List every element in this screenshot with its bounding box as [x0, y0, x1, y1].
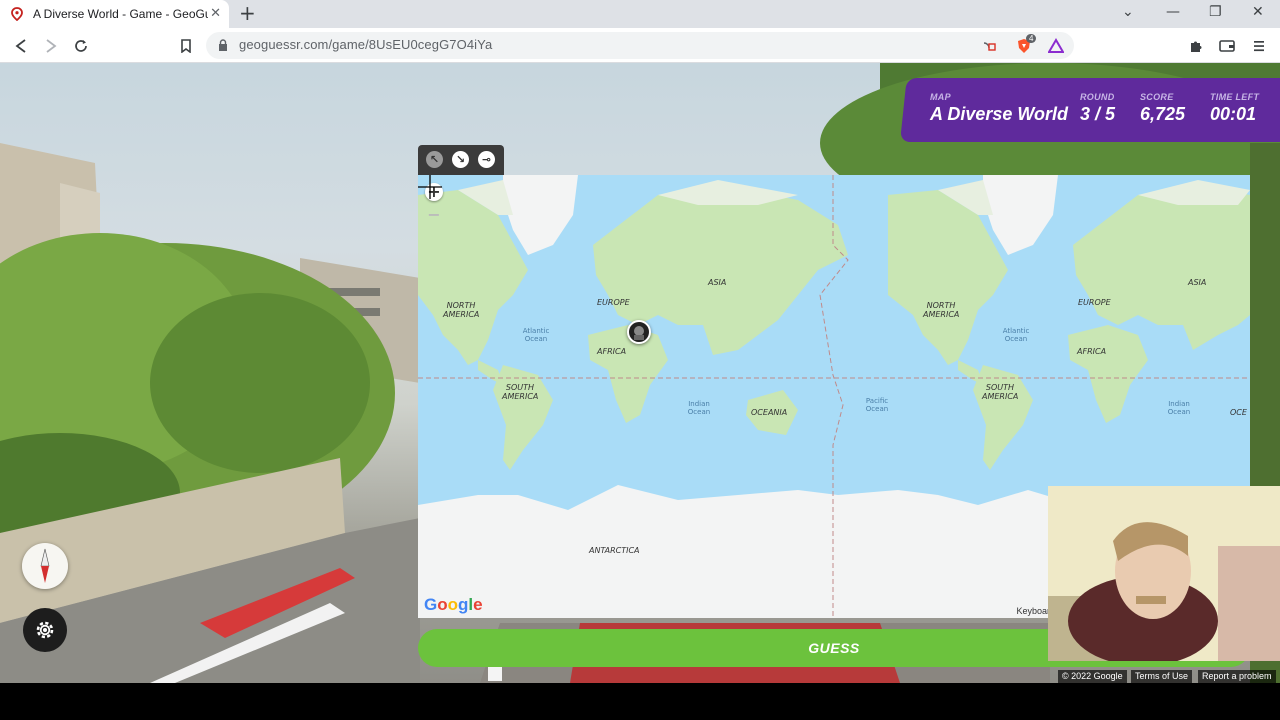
geoguessr-favicon-icon	[11, 7, 23, 21]
forward-icon[interactable]	[42, 37, 60, 55]
cast-media-icon[interactable]	[981, 38, 997, 54]
bookmark-icon[interactable]	[177, 37, 195, 55]
map-stat: MAP A Diverse World	[930, 92, 1068, 125]
label-south-america: SOUTH AMERICA	[502, 383, 539, 401]
crosshair-cursor-icon	[418, 175, 442, 199]
label-north-america-2: NORTH AMERICA	[923, 301, 960, 319]
map-label: MAP	[930, 92, 951, 102]
close-window-icon[interactable]: ✕	[1252, 4, 1264, 20]
report-problem-link[interactable]: Report a problem	[1198, 670, 1276, 683]
label-atlantic-ocean-2: Atlantic Ocean	[1002, 327, 1030, 343]
label-indian-ocean-2: Indian Ocean	[1167, 400, 1191, 416]
label-antarctica: ANTARCTICA	[589, 546, 640, 555]
score-value: 6,725	[1140, 104, 1186, 124]
label-oceania: OCEANIA	[751, 408, 788, 417]
map-size-controls: ↖ ↘ ⊸	[418, 145, 504, 175]
menu-icon[interactable]	[1250, 37, 1268, 55]
back-icon[interactable]	[12, 37, 30, 55]
score-label: SCORE	[1140, 92, 1174, 102]
wallet-icon[interactable]	[1218, 37, 1236, 55]
terms-link[interactable]: Terms of Use	[1131, 670, 1193, 683]
compass-icon[interactable]	[22, 543, 68, 589]
tab-close-icon[interactable]: ✕	[210, 6, 221, 21]
label-north-america: NORTH AMERICA	[443, 301, 480, 319]
lock-icon	[219, 39, 227, 51]
guess-marker-avatar[interactable]	[627, 320, 651, 344]
reload-icon[interactable]	[72, 37, 90, 55]
address-bar[interactable]: geoguessr.com/game/8UsEU0cegG7O4iYa 4	[206, 32, 1074, 59]
streamer-face	[1048, 486, 1280, 661]
video-letterbox	[0, 683, 1280, 720]
zoom-out-button[interactable]: −	[425, 206, 443, 224]
time-stat: TIME LEFT 00:01	[1210, 92, 1259, 125]
webcam-overlay	[1048, 486, 1280, 661]
round-value: 3 / 5	[1080, 104, 1116, 124]
minimize-icon[interactable]: —	[1166, 4, 1180, 20]
keyboard-shortcuts-link[interactable]: Keyboar	[1016, 606, 1050, 616]
browser-toolbar: geoguessr.com/game/8UsEU0cegG7O4iYa 4	[0, 28, 1280, 63]
extension-badge: 4	[1026, 34, 1037, 43]
time-label: TIME LEFT	[1210, 92, 1260, 102]
restore-icon[interactable]: ❐	[1209, 4, 1222, 20]
browser-tab[interactable]: A Diverse World - Game - GeoGuessr ✕	[0, 0, 229, 28]
url-text: geoguessr.com/game/8UsEU0cegG7O4iYa	[239, 37, 493, 52]
round-stat: ROUND 3 / 5	[1080, 92, 1115, 125]
label-oceania-2: OCE	[1230, 408, 1247, 417]
round-label: ROUND	[1080, 92, 1115, 102]
expand-icon[interactable]: ↖	[426, 151, 443, 168]
label-europe-2: EUROPE	[1078, 298, 1111, 307]
game-status-panel: MAP A Diverse World ROUND 3 / 5 SCORE 6,…	[900, 78, 1280, 142]
tab-search-icon[interactable]: ⌄	[1122, 4, 1134, 20]
label-indian-ocean: Indian Ocean	[687, 400, 711, 416]
brave-rewards-icon[interactable]	[1048, 38, 1064, 54]
tab-title: A Diverse World - Game - GeoGuessr	[33, 7, 208, 21]
label-africa: AFRICA	[597, 347, 627, 356]
label-south-america-2: SOUTH AMERICA	[982, 383, 1019, 401]
settings-gear-icon[interactable]	[23, 608, 67, 652]
label-africa-2: AFRICA	[1077, 347, 1107, 356]
pin-icon[interactable]: ⊸	[478, 151, 495, 168]
screen: A Diverse World - Game - GeoGuessr ✕ + ⌄…	[0, 0, 1280, 720]
label-asia-2: ASIA	[1188, 278, 1207, 287]
new-tab-button[interactable]: +	[239, 3, 256, 23]
extensions-puzzle-icon[interactable]	[1187, 37, 1205, 55]
score-stat: SCORE 6,725	[1140, 92, 1185, 125]
label-pacific-ocean: Pacific Ocean	[865, 397, 889, 413]
google-logo: Google	[424, 595, 483, 614]
tab-strip: A Diverse World - Game - GeoGuessr ✕ + ⌄…	[0, 0, 1280, 28]
shrink-icon[interactable]: ↘	[452, 151, 469, 168]
google-copyright: © 2022 Google	[1058, 670, 1127, 683]
label-asia: ASIA	[708, 278, 727, 287]
label-atlantic-ocean: Atlantic Ocean	[522, 327, 550, 343]
label-europe: EUROPE	[597, 298, 630, 307]
time-value: 00:01	[1210, 104, 1257, 124]
map-name: A Diverse World	[930, 104, 1069, 124]
